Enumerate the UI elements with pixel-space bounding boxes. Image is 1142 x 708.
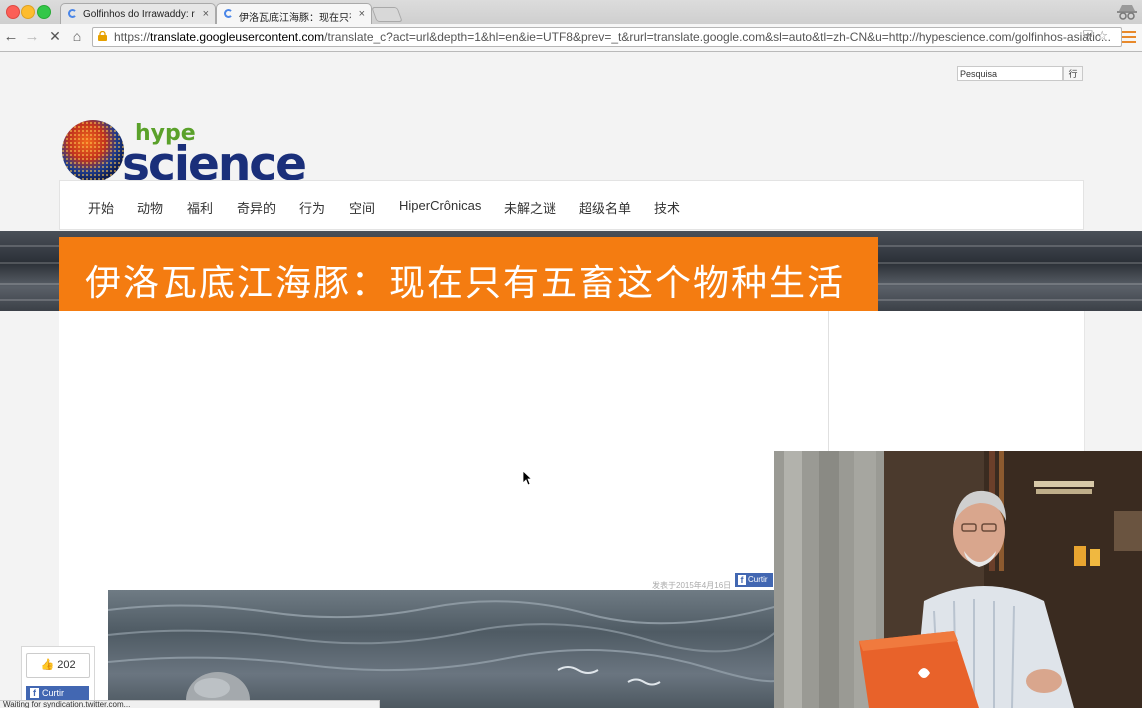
facebook-icon: f	[30, 688, 39, 698]
nav-item[interactable]: HiperCrônicas	[399, 198, 481, 213]
tab-title: Golfinhos do Irrawaddy: re	[83, 9, 195, 20]
like-count-value: 202	[57, 659, 76, 671]
nav-item[interactable]: 超级名单	[579, 198, 631, 217]
url-path: /translate_c?act=url&depth=1&hl=en&ie=UT…	[324, 30, 1111, 44]
loading-icon	[224, 9, 233, 18]
facebook-like-button[interactable]: f Curtir	[735, 573, 773, 587]
nav-item[interactable]: 未解之谜	[504, 198, 556, 217]
forward-arrow-icon[interactable]: →	[23, 28, 41, 45]
loading-icon	[68, 9, 77, 18]
nav-item[interactable]: 空间	[349, 198, 375, 217]
sidebar	[829, 311, 1085, 451]
nav-item[interactable]: 福利	[187, 198, 213, 217]
back-arrow-icon[interactable]: ←	[2, 28, 20, 45]
browser-menu-icon[interactable]	[1122, 31, 1136, 43]
tab-bar: Golfinhos do Irrawaddy: re × 伊洛瓦底江海豚：现在只…	[0, 0, 1142, 24]
web-page: Pesquisa 行 hype science 开始 动物 福利 奇异的 行为 …	[0, 52, 1142, 708]
home-icon[interactable]: ⌂	[68, 28, 86, 44]
thumbs-up-icon: 👍	[40, 659, 55, 671]
stop-loading-icon[interactable]: ✕	[46, 28, 64, 45]
address-bar[interactable]: https://translate.googleusercontent.com/…	[92, 27, 1122, 47]
article-title-box: 伊洛瓦底江海豚：现在只有五畜这个物种生活	[59, 237, 878, 311]
search-button[interactable]: 行	[1063, 66, 1083, 81]
bookmark-star-icon[interactable]: ☆	[1096, 28, 1108, 43]
browser-toolbar: ← → ✕ ⌂ https://translate.googleusercont…	[0, 24, 1142, 52]
facebook-icon: f	[738, 575, 746, 585]
like-label: Curtir	[42, 688, 64, 698]
shield-extension-icon[interactable]: ⛨	[1083, 28, 1093, 43]
like-label: Curtir	[748, 575, 768, 584]
tab-golfinhos[interactable]: Golfinhos do Irrawaddy: re ×	[60, 3, 216, 24]
new-tab-button[interactable]	[371, 7, 403, 22]
nav-item[interactable]: 技术	[654, 198, 680, 217]
facebook-like-button[interactable]: f Curtir	[26, 686, 89, 700]
hypescience-logo[interactable]: hype science	[62, 118, 322, 184]
incognito-user-icon[interactable]	[1116, 2, 1138, 22]
url-scheme: https://	[114, 30, 151, 44]
nav-item[interactable]: 开始	[88, 198, 114, 217]
close-window-button[interactable]	[6, 5, 20, 19]
tab-close-icon[interactable]: ×	[203, 8, 209, 20]
status-bar: Waiting for syndication.twitter.com...	[0, 700, 380, 708]
tab-translated-article[interactable]: 伊洛瓦底江海豚：现在只有五 ×	[216, 3, 372, 24]
url-host: translate.googleusercontent.com	[150, 30, 325, 44]
main-nav: 开始 动物 福利 奇异的 行为 空间 HiperCrônicas 未解之谜 超级…	[59, 180, 1084, 230]
tab-close-icon[interactable]: ×	[359, 8, 365, 20]
svg-text:science: science	[122, 137, 305, 184]
nav-item[interactable]: 动物	[137, 198, 163, 217]
article-title: 伊洛瓦底江海豚：现在只有五畜这个物种生活	[85, 263, 846, 304]
nav-item[interactable]: 奇异的	[237, 198, 276, 217]
search-input[interactable]: Pesquisa	[957, 66, 1063, 81]
like-count: 👍 202	[26, 653, 90, 678]
address-bar-icons: ⛨ ☆	[1083, 28, 1108, 44]
zoom-window-button[interactable]	[37, 5, 51, 19]
presenter-video-overlay	[774, 451, 1142, 708]
nav-item[interactable]: 行为	[299, 198, 325, 217]
floating-like-box: 👍 202 f Curtir	[21, 646, 95, 708]
minimize-window-button[interactable]	[21, 5, 35, 19]
mouse-cursor-icon	[522, 470, 532, 486]
dolphin-photo	[108, 590, 778, 708]
lock-icon	[98, 31, 107, 41]
tab-title: 伊洛瓦底江海豚：现在只有五	[239, 13, 351, 24]
